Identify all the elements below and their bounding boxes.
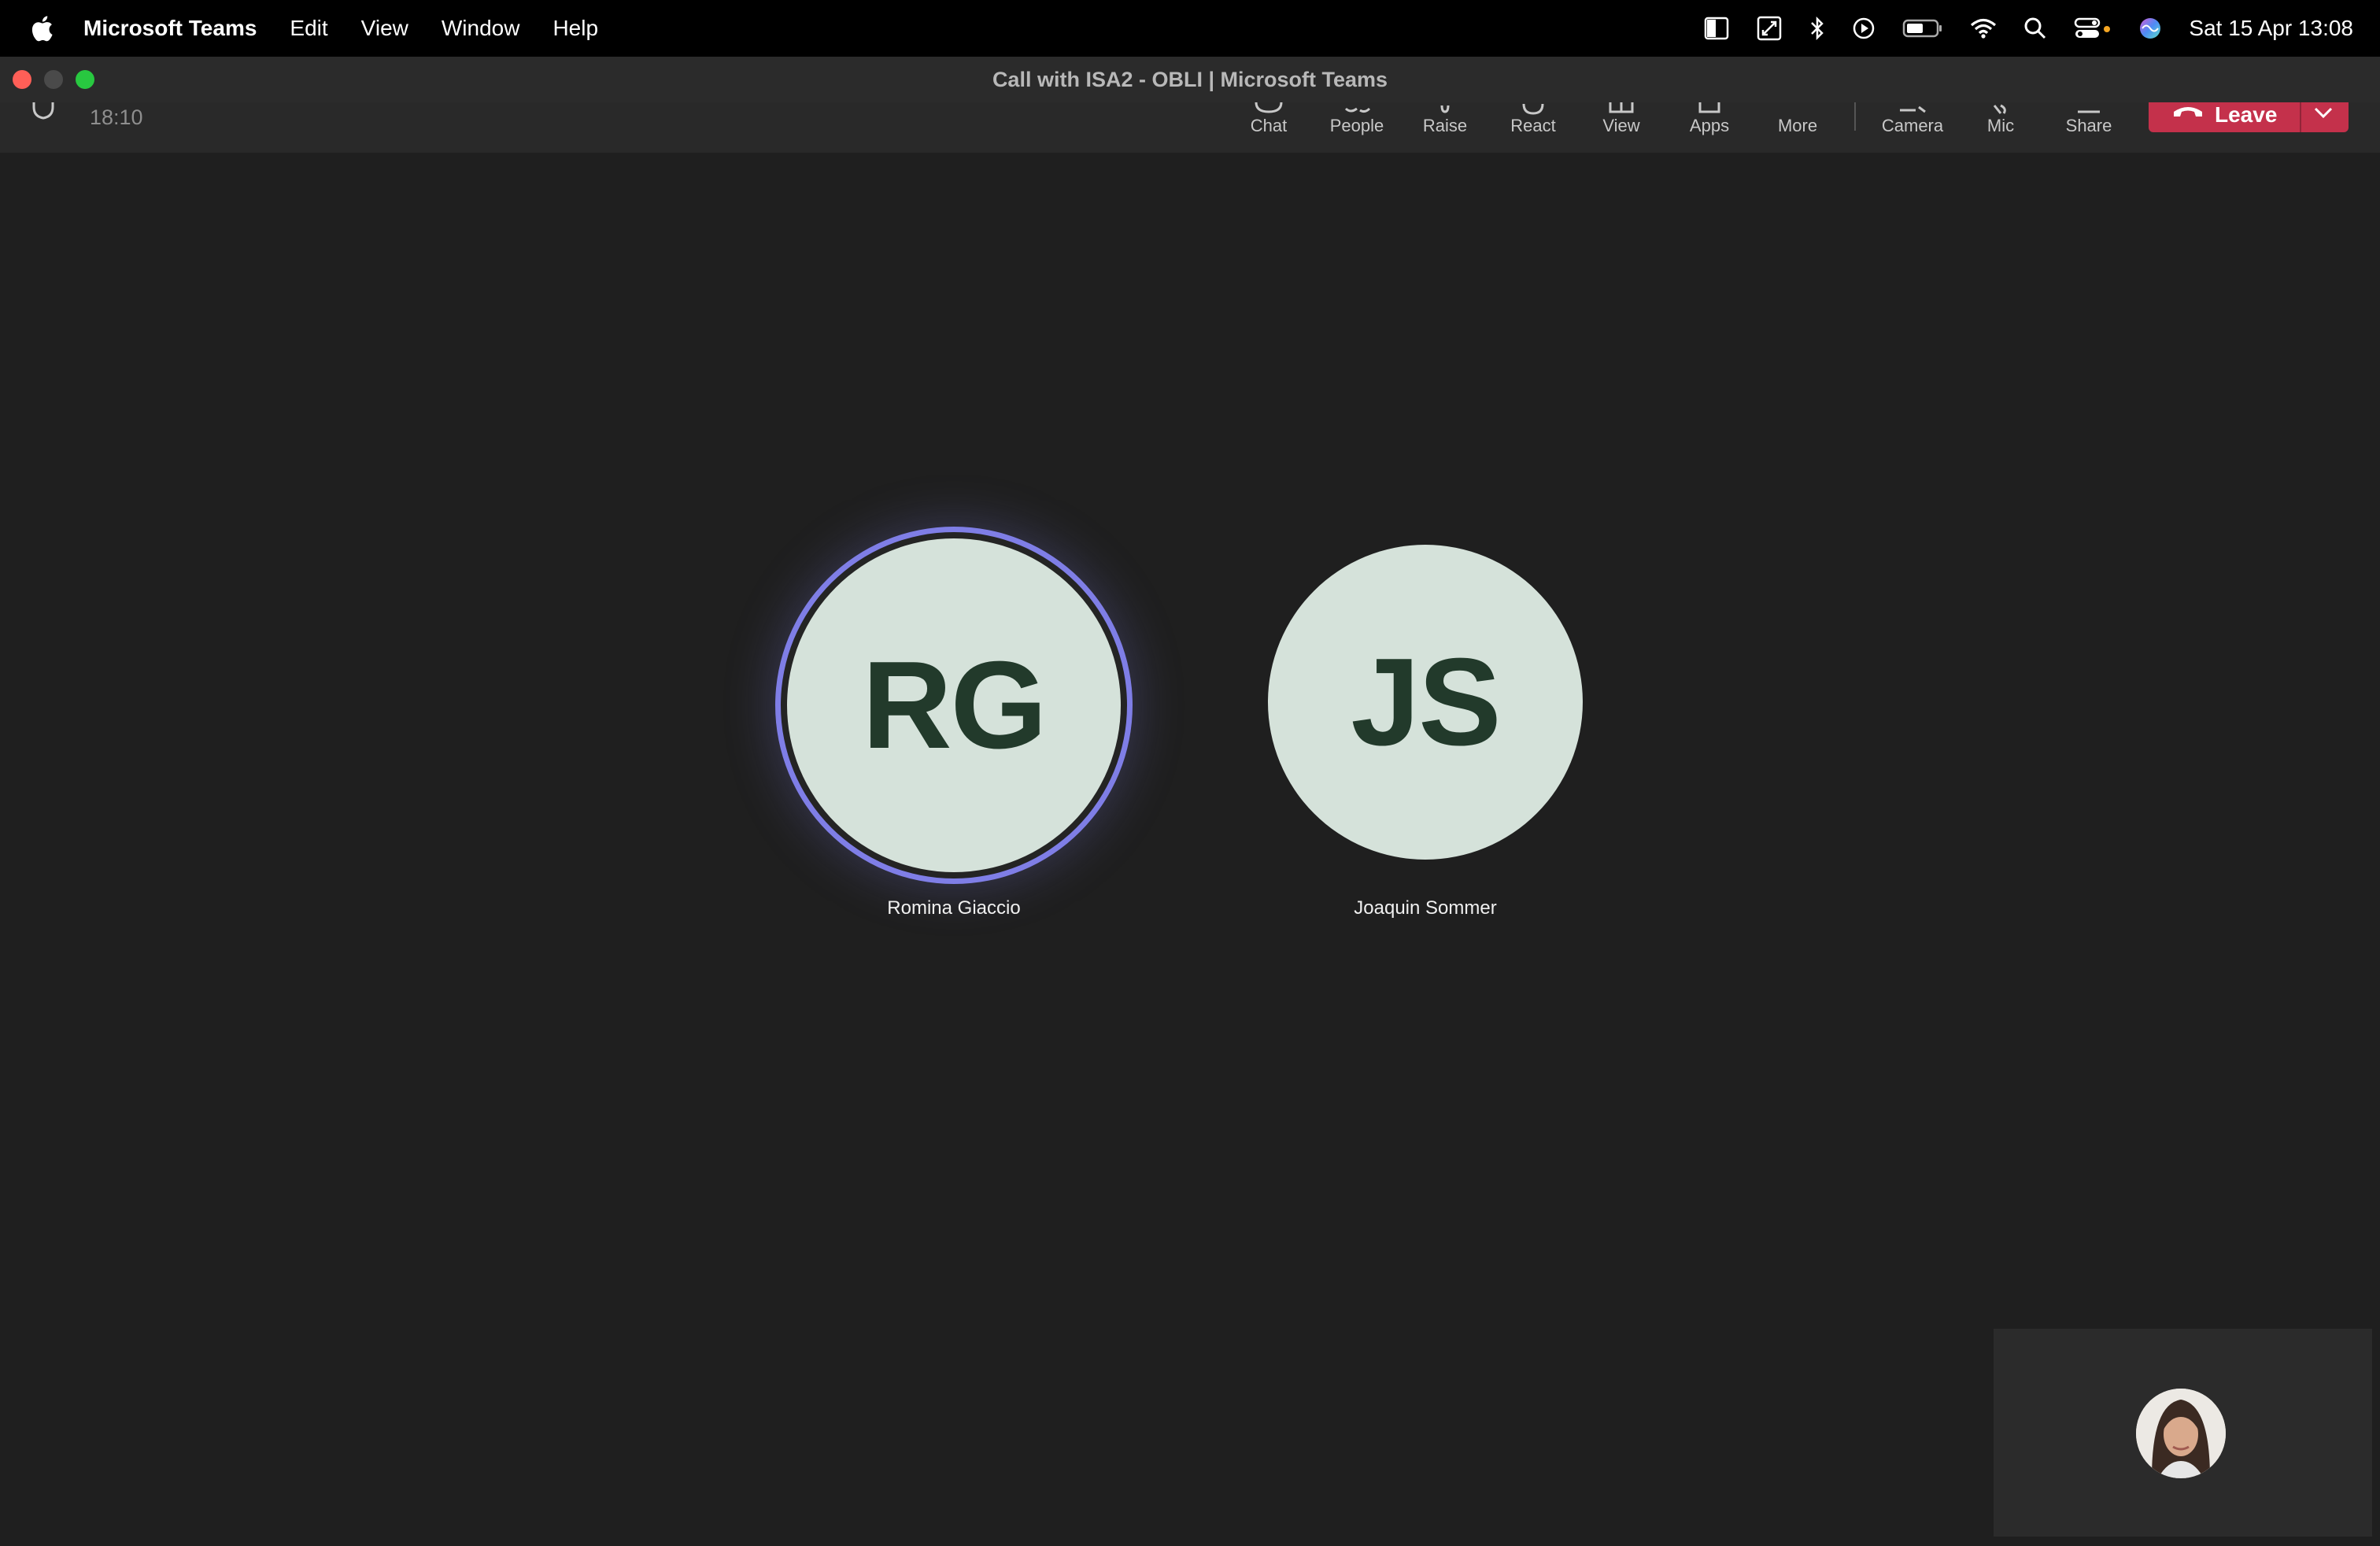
react-label: React [1510,116,1556,135]
menu-bar: Microsoft Teams Edit View Window Help Sa… [0,0,2380,57]
mic-label: Mic [1986,116,2015,135]
camera-button[interactable]: Camera [1873,102,1952,153]
apps-icon [1698,102,1720,113]
window-title: Call with ISA2 - OBLI | Microsoft Teams [992,68,1388,91]
self-avatar [2136,1389,2226,1478]
siri-icon[interactable] [2138,17,2162,40]
chevron-down-icon[interactable] [2311,102,2336,126]
status-area: Sat 15 Apr 13:08 [1704,0,2353,57]
menu-view[interactable]: View [361,16,408,41]
avatar: RG [787,538,1121,872]
apple-logo-icon[interactable] [30,14,54,43]
shield-icon [32,102,54,120]
control-center-icon[interactable] [2074,17,2112,40]
raise-hand-button[interactable]: Raise [1406,102,1484,153]
react-button[interactable]: React [1494,102,1572,153]
phone-hangup-icon [2174,107,2202,117]
call-toolbar: 18:10 Chat People Raise React View Apps … [0,102,2380,153]
view-icon [1609,102,1634,113]
participant-name: Joaquin Sommer [1354,897,1497,919]
chat-button[interactable]: Chat [1229,102,1308,153]
leave-label: Leave [2215,102,2278,127]
user-photo-icon [2136,1389,2226,1478]
menu-edit[interactable]: Edit [290,16,327,41]
share-icon [2078,110,2100,113]
screen-capture-icon[interactable] [1756,15,1783,42]
more-label: More [1777,116,1818,135]
camera-label: Camera [1881,116,1944,135]
chat-icon [1255,102,1283,113]
people-button[interactable]: People [1318,102,1396,153]
avatar-initials: JS [1351,632,1501,771]
avatar-initials: RG [862,635,1048,775]
call-timer: 18:10 [90,105,143,129]
mic-icon [1993,104,2006,114]
more-button[interactable]: More [1758,102,1837,153]
toolbar-divider [1854,102,1856,131]
camera-icon [1900,105,1926,113]
apps-label: Apps [1689,116,1730,135]
bluetooth-icon[interactable] [1809,16,1825,41]
battery-icon[interactable] [1902,18,1943,39]
people-icon [1344,107,1371,113]
avatar: JS [1268,545,1583,860]
menu-help[interactable]: Help [552,16,598,41]
leave-separator [2300,102,2301,132]
self-view[interactable] [1994,1329,2372,1537]
participant-name: Romina Giaccio [887,897,1021,919]
raise-hand-icon [1440,105,1450,113]
raise-hand-label: Raise [1422,116,1468,135]
people-label: People [1329,116,1384,135]
wifi-icon[interactable] [1970,17,1997,39]
view-label: View [1602,116,1640,135]
app-menus: Microsoft Teams Edit View Window Help [83,0,598,57]
menu-app-name[interactable]: Microsoft Teams [83,16,257,41]
menu-window[interactable]: Window [442,16,520,41]
share-label: Share [2065,116,2112,135]
participant-tile[interactable]: JS Joaquin Sommer [1149,527,1700,1094]
mic-button[interactable]: Mic [1961,102,2040,153]
chat-label: Chat [1250,116,1288,135]
share-button[interactable]: Share [2049,102,2128,153]
sidebar-icon[interactable] [1704,17,1729,40]
view-button[interactable]: View [1582,102,1661,153]
leave-button[interactable]: Leave [2149,102,2300,132]
play-icon[interactable] [1852,17,1876,40]
search-icon[interactable] [2023,17,2047,40]
apps-button[interactable]: Apps [1670,102,1749,153]
participant-tile[interactable]: RG Romina Giaccio [678,527,1229,1094]
menu-clock[interactable]: Sat 15 Apr 13:08 [2189,16,2353,41]
react-icon [1522,103,1544,115]
leave-button-group: Leave [2149,102,2349,132]
